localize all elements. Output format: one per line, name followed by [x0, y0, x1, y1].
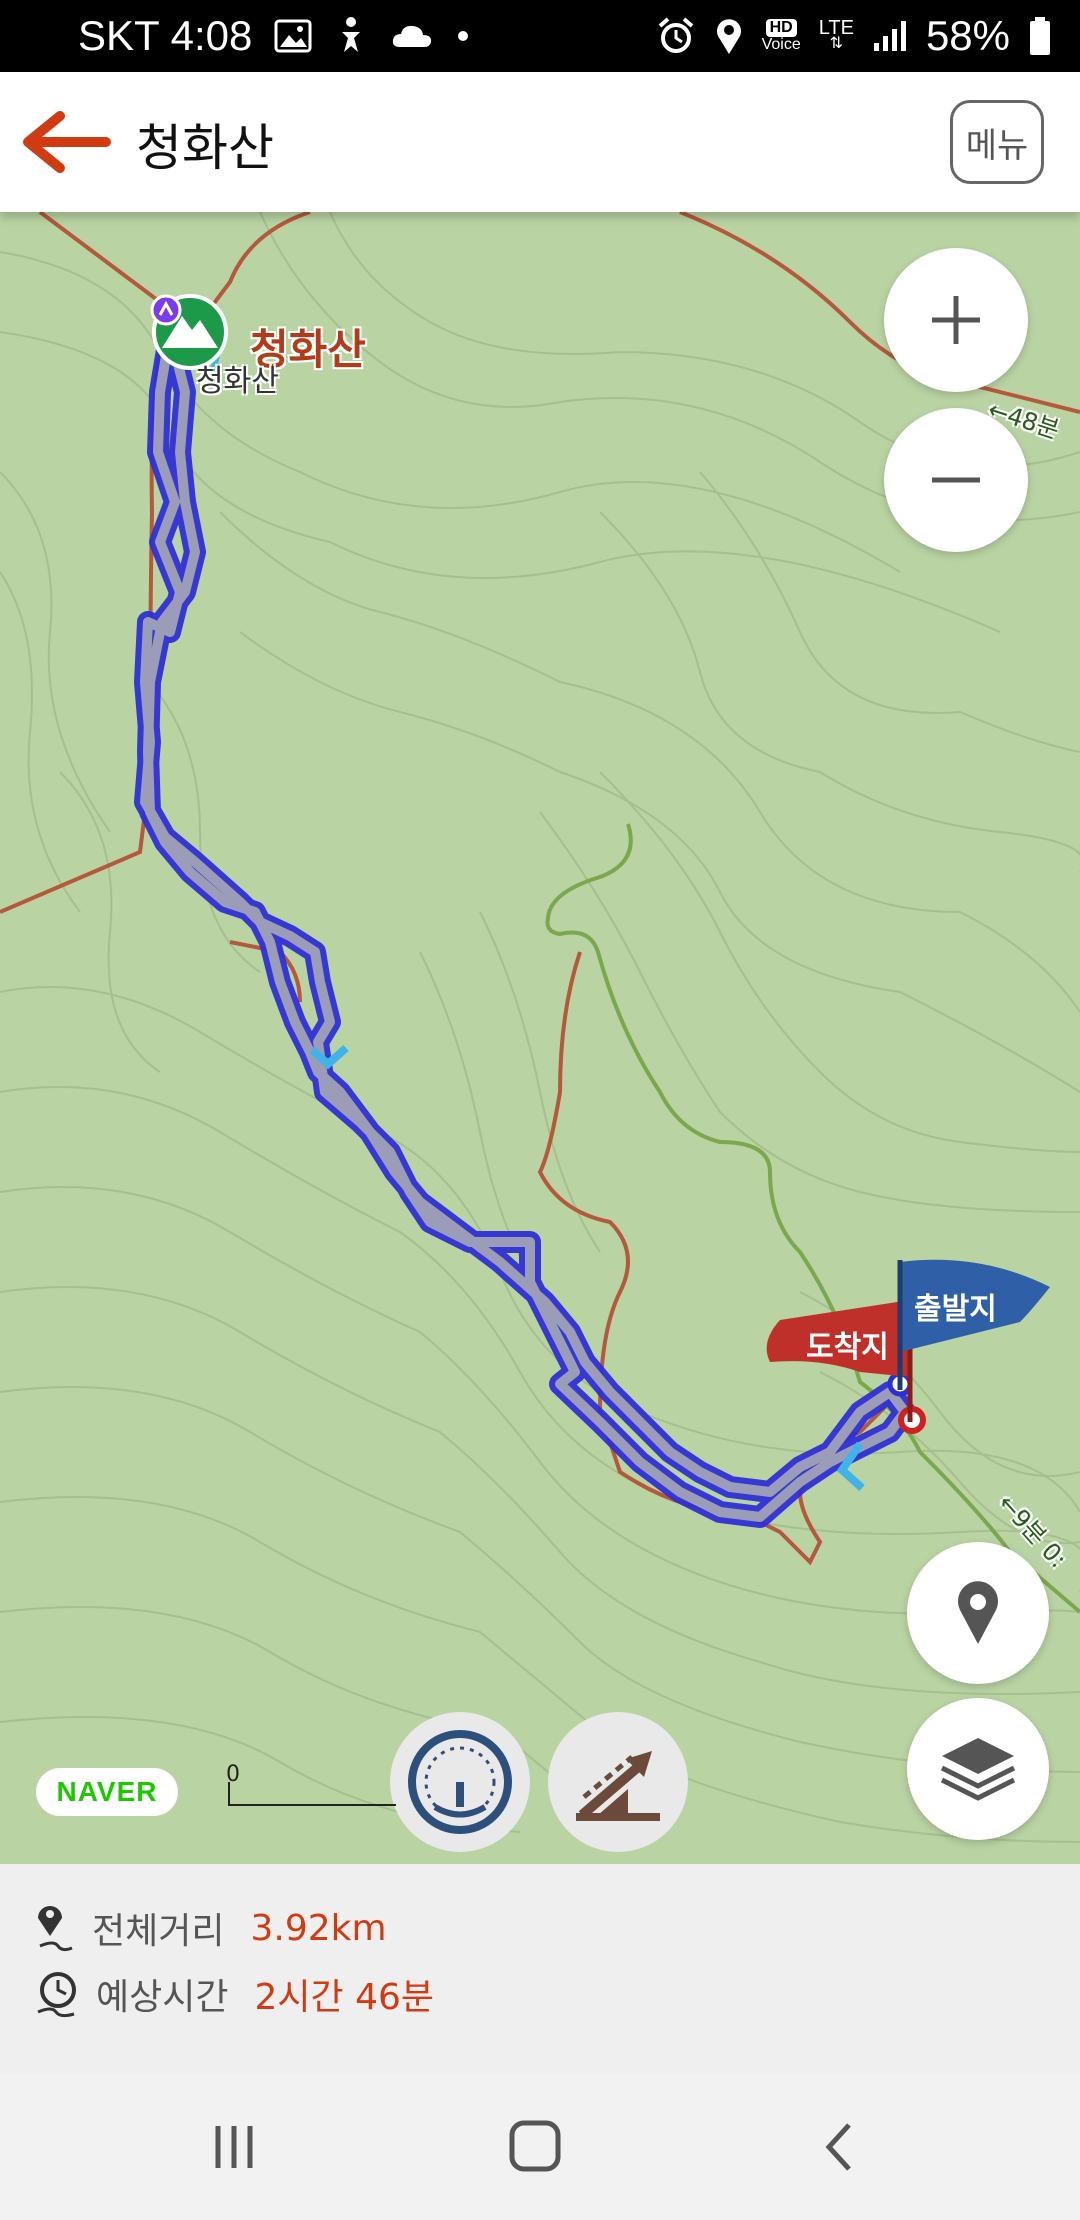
map-scale: 0: [226, 1762, 396, 1822]
elevation-button[interactable]: [548, 1712, 688, 1852]
naver-logo: NAVER: [36, 1768, 178, 1816]
time-value: 2시간 46분: [254, 1977, 435, 2018]
layers-button[interactable]: [907, 1698, 1049, 1840]
system-nav-bar: [0, 2074, 1080, 2220]
menu-button[interactable]: 메뉴: [950, 100, 1044, 184]
recent-apps-button[interactable]: [194, 2114, 274, 2180]
home-icon: [509, 2120, 561, 2172]
clock-icon: [37, 1972, 76, 2018]
signal-icon: [872, 12, 908, 60]
speedometer-button[interactable]: [390, 1712, 530, 1852]
recent-apps-icon: [215, 2126, 253, 2168]
distance-value: 3.92km: [250, 1907, 387, 1949]
alarm-icon: [656, 12, 696, 60]
system-back-button[interactable]: [800, 2114, 880, 2180]
hd-voice-icon: HD Voice: [761, 19, 801, 53]
battery-icon: [1028, 12, 1052, 60]
location-icon: [714, 12, 744, 60]
cloud-icon: [390, 12, 434, 60]
zoom-in-button[interactable]: [884, 248, 1028, 392]
gallery-icon: [274, 12, 312, 60]
my-location-button[interactable]: [907, 1542, 1049, 1684]
battery-percent: 58%: [925, 12, 1010, 59]
system-back-icon: [825, 2123, 851, 2171]
scale-bar: [228, 1782, 396, 1806]
plus-icon: [932, 296, 980, 344]
time-row: 예상시간 2시간 46분: [34, 1968, 434, 2020]
peak-sub-label: 청화산: [196, 364, 279, 399]
distance-pin-icon: [38, 1906, 73, 1952]
distance-label: 전체거리: [92, 1911, 225, 1952]
home-button[interactable]: [496, 2114, 576, 2180]
zoom-out-button[interactable]: [884, 408, 1028, 552]
lte-icon: LTE ⇅: [818, 17, 854, 52]
location-pin-icon: [958, 1581, 998, 1644]
map-view[interactable]: 청화산 청화산 출발지 도착지 ←48분 ←9분 0: NAVER 0: [0, 212, 1080, 1864]
end-flag-label: 도착지: [806, 1330, 889, 1365]
back-arrow-icon: [23, 111, 111, 173]
page-title: 청화산: [136, 119, 274, 177]
route-summary-panel: 전체거리 3.92km 예상시간 2시간 46분: [0, 1864, 1080, 2074]
dot-icon: [456, 12, 470, 60]
time-label: 예상시간: [96, 1977, 229, 2018]
start-flag-label: 출발지: [914, 1292, 997, 1327]
distance-row: 전체거리 3.92km: [34, 1902, 387, 1954]
status-bar: SKT 4:08 HD Voice LTE ⇅ 58%: [0, 0, 1080, 72]
speedometer-icon: [408, 1730, 512, 1834]
accessibility-icon: [334, 12, 368, 60]
back-button[interactable]: [20, 106, 112, 178]
elevation-icon: [576, 1751, 660, 1821]
layers-icon: [940, 1738, 1016, 1801]
minus-icon: [932, 477, 980, 483]
carrier-time: SKT 4:08: [78, 12, 253, 59]
app-header: 청화산 메뉴: [0, 72, 1080, 212]
